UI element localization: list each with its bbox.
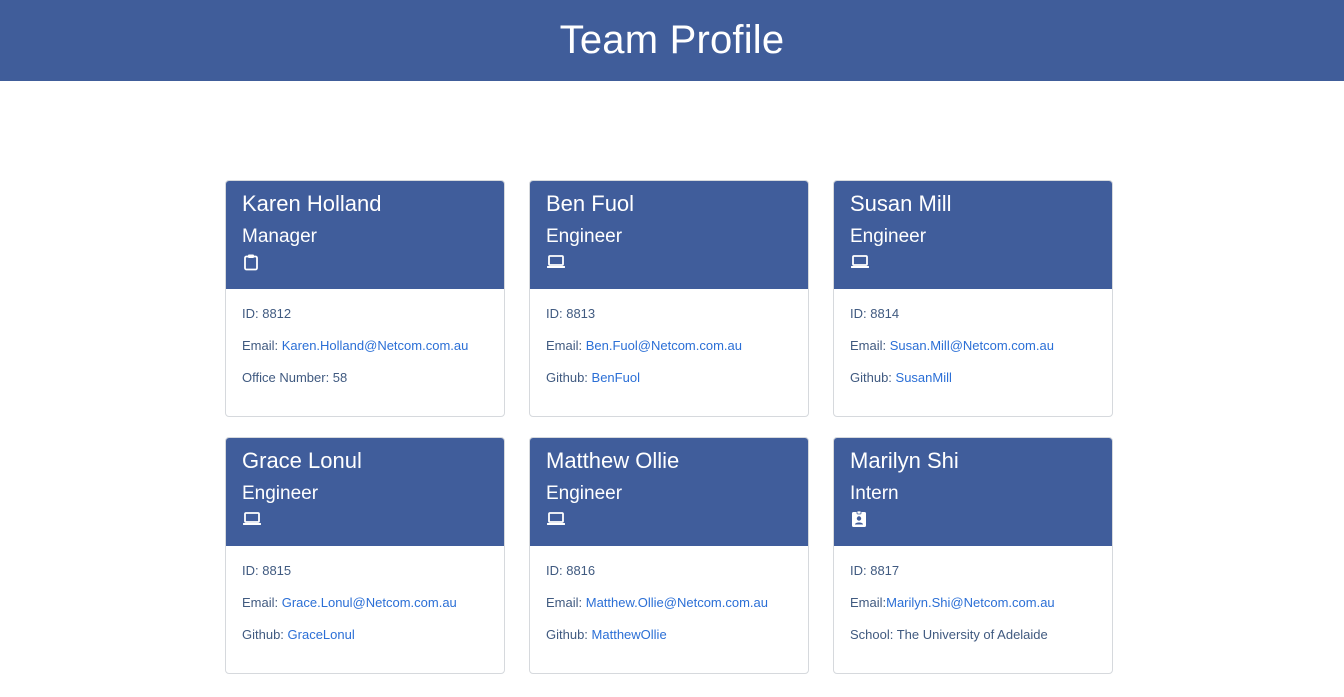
employee-email-row: Email: Karen.Holland@Netcom.com.au xyxy=(242,338,488,370)
employee-card-engineer: Grace Lonul Engineer ID: 8815 Email: Gra… xyxy=(225,437,505,674)
employee-name: Grace Lonul xyxy=(242,448,362,473)
card-header: Ben Fuol Engineer xyxy=(530,181,808,289)
employee-role: Engineer xyxy=(850,226,927,247)
github-row: Github: GraceLonul xyxy=(242,627,488,659)
card-header: Marilyn Shi Intern xyxy=(834,438,1112,546)
employee-name: Ben Fuol xyxy=(546,191,635,216)
employee-id: ID: 8817 xyxy=(850,563,900,578)
card-body: ID: 8813 Email: Ben.Fuol@Netcom.com.au G… xyxy=(530,289,808,402)
employee-role: Intern xyxy=(850,483,899,504)
office-number: Office Number: 58 xyxy=(242,370,348,385)
clipboard-icon xyxy=(242,253,488,271)
employee-role: Engineer xyxy=(546,483,623,504)
employee-email-row: Email: Matthew.Ollie@Netcom.com.au xyxy=(546,595,792,627)
school: School: The University of Adelaide xyxy=(850,627,1048,642)
laptop-icon xyxy=(850,253,1096,271)
laptop-icon xyxy=(546,510,792,528)
email-label: Email: xyxy=(546,595,586,610)
email-label: Email: xyxy=(242,595,282,610)
github-link[interactable]: GraceLonul xyxy=(288,627,355,642)
employee-id: ID: 8813 xyxy=(546,306,596,321)
github-label: Github: xyxy=(546,370,592,385)
employee-card-engineer: Matthew Ollie Engineer ID: 8816 Email: M… xyxy=(529,437,809,674)
email-link[interactable]: Marilyn.Shi@Netcom.com.au xyxy=(886,595,1055,610)
employee-name: Karen Holland xyxy=(242,191,382,216)
page-header: Team Profile xyxy=(0,0,1344,81)
team-grid: Karen Holland Manager ID: 8812 Email: Ka… xyxy=(225,180,1113,674)
card-body: ID: 8815 Email: Grace.Lonul@Netcom.com.a… xyxy=(226,546,504,659)
card-header: Karen Holland Manager xyxy=(226,181,504,289)
employee-name: Susan Mill xyxy=(850,191,952,216)
github-label: Github: xyxy=(546,627,592,642)
email-label: Email: xyxy=(242,338,282,353)
github-row: Github: BenFuol xyxy=(546,370,792,402)
github-row: Github: SusanMill xyxy=(850,370,1096,402)
card-body: ID: 8817 Email:Marilyn.Shi@Netcom.com.au… xyxy=(834,546,1112,659)
employee-id: ID: 8816 xyxy=(546,563,596,578)
employee-card-engineer: Ben Fuol Engineer ID: 8813 Email: Ben.Fu… xyxy=(529,180,809,417)
github-label: Github: xyxy=(242,627,288,642)
github-link[interactable]: BenFuol xyxy=(592,370,640,385)
github-label: Github: xyxy=(850,370,896,385)
employee-email-row: Email: Susan.Mill@Netcom.com.au xyxy=(850,338,1096,370)
card-body: ID: 8816 Email: Matthew.Ollie@Netcom.com… xyxy=(530,546,808,659)
employee-id: ID: 8814 xyxy=(850,306,900,321)
employee-role: Engineer xyxy=(546,226,623,247)
employee-email-row: Email: Ben.Fuol@Netcom.com.au xyxy=(546,338,792,370)
laptop-icon xyxy=(546,253,792,271)
employee-id: ID: 8812 xyxy=(242,306,292,321)
student-badge-icon xyxy=(850,510,1096,528)
card-header: Grace Lonul Engineer xyxy=(226,438,504,546)
employee-card-engineer: Susan Mill Engineer ID: 8814 Email: Susa… xyxy=(833,180,1113,417)
email-link[interactable]: Ben.Fuol@Netcom.com.au xyxy=(586,338,742,353)
employee-card-intern: Marilyn Shi Intern ID: 8817 Email:Marily… xyxy=(833,437,1113,674)
employee-email-row: Email: Grace.Lonul@Netcom.com.au xyxy=(242,595,488,627)
employee-name: Matthew Ollie xyxy=(546,448,680,473)
employee-name: Marilyn Shi xyxy=(850,448,959,473)
email-label: Email: xyxy=(850,595,887,610)
laptop-icon xyxy=(242,510,488,528)
page-title: Team Profile xyxy=(559,18,785,62)
employee-id: ID: 8815 xyxy=(242,563,292,578)
employee-role: Engineer xyxy=(242,483,319,504)
card-header: Matthew Ollie Engineer xyxy=(530,438,808,546)
employee-role: Manager xyxy=(242,226,317,247)
card-body: ID: 8814 Email: Susan.Mill@Netcom.com.au… xyxy=(834,289,1112,402)
employee-card-manager: Karen Holland Manager ID: 8812 Email: Ka… xyxy=(225,180,505,417)
email-link[interactable]: Karen.Holland@Netcom.com.au xyxy=(282,338,469,353)
github-row: Github: MatthewOllie xyxy=(546,627,792,659)
github-link[interactable]: SusanMill xyxy=(896,370,952,385)
email-link[interactable]: Susan.Mill@Netcom.com.au xyxy=(890,338,1054,353)
card-body: ID: 8812 Email: Karen.Holland@Netcom.com… xyxy=(226,289,504,402)
email-link[interactable]: Matthew.Ollie@Netcom.com.au xyxy=(586,595,768,610)
github-link[interactable]: MatthewOllie xyxy=(592,627,667,642)
email-label: Email: xyxy=(850,338,890,353)
employee-email-row: Email:Marilyn.Shi@Netcom.com.au xyxy=(850,595,1096,627)
email-link[interactable]: Grace.Lonul@Netcom.com.au xyxy=(282,595,457,610)
email-label: Email: xyxy=(546,338,586,353)
card-header: Susan Mill Engineer xyxy=(834,181,1112,289)
